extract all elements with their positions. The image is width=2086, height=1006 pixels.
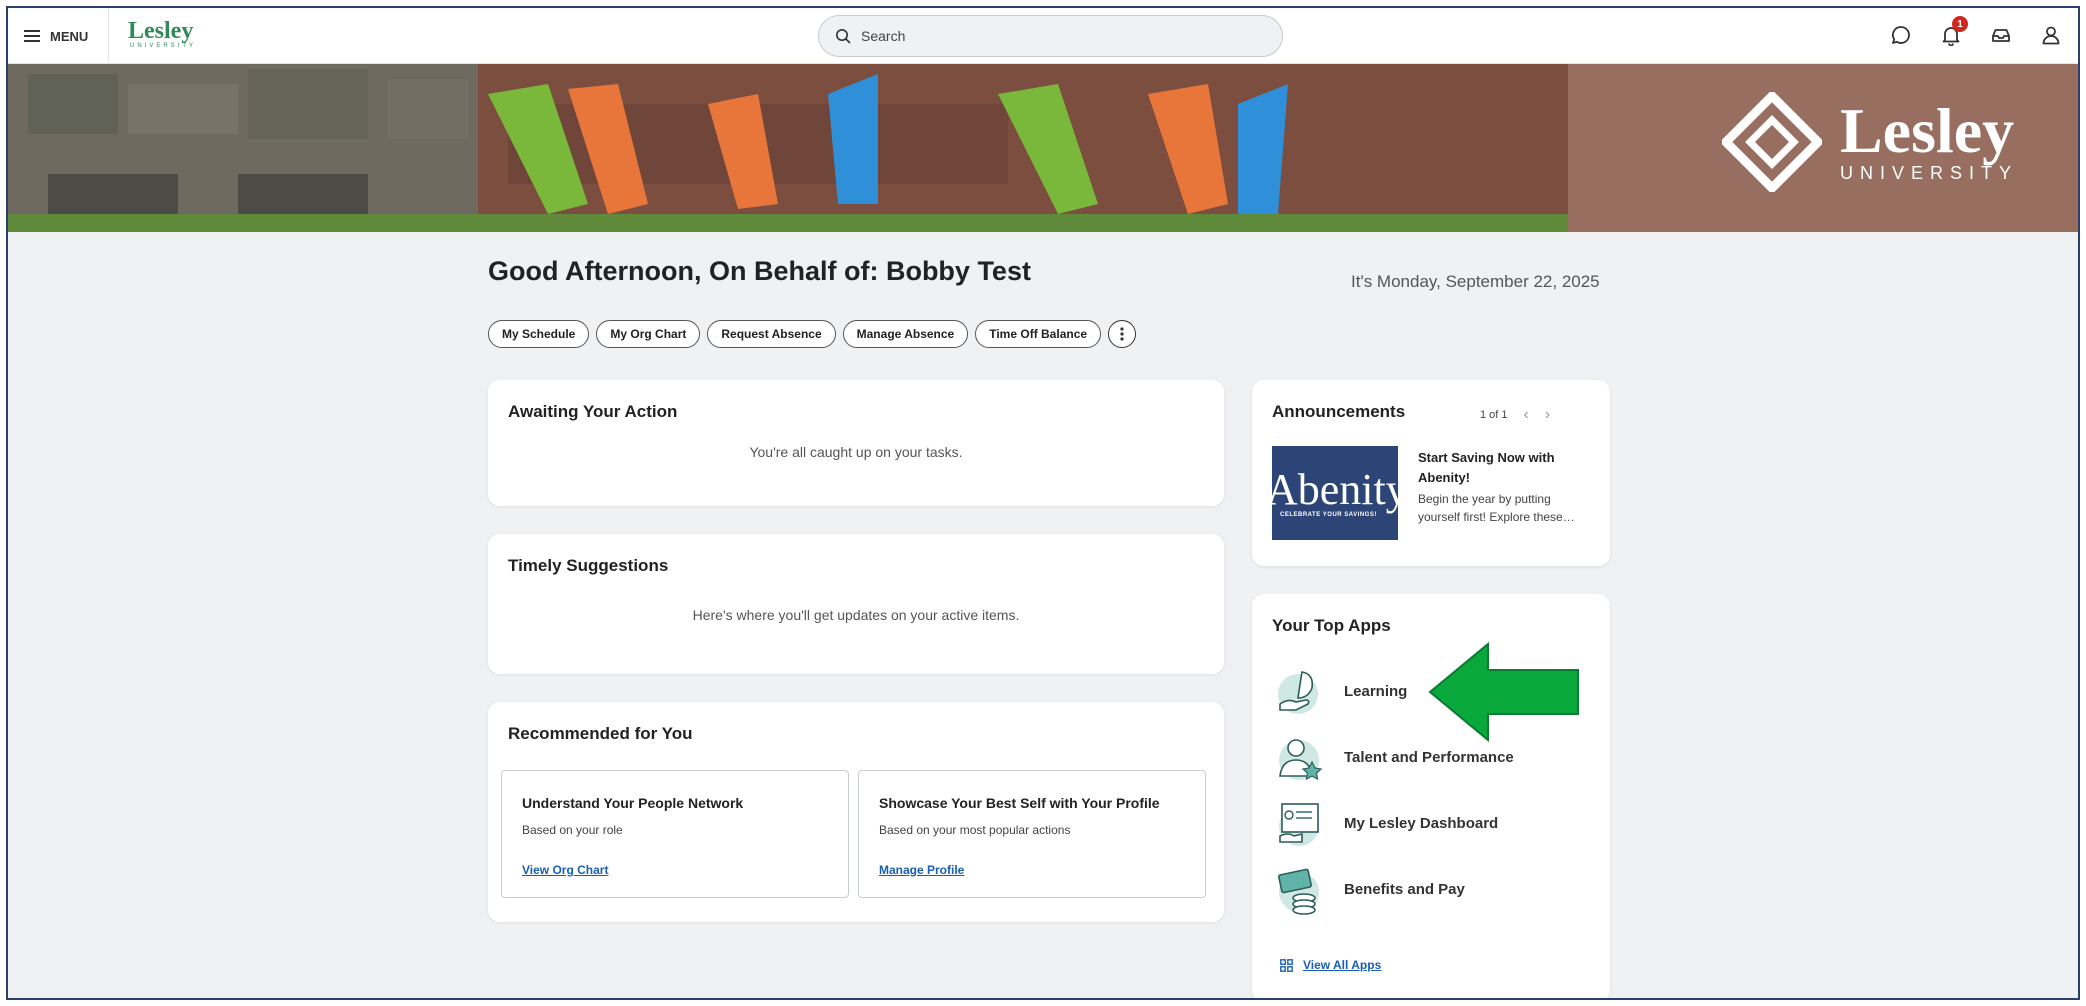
top-divider bbox=[108, 8, 109, 64]
grid-icon bbox=[1280, 958, 1293, 972]
hamburger-icon bbox=[24, 30, 40, 42]
app-my-lesley-dashboard[interactable]: My Lesley Dashboard bbox=[1272, 796, 1498, 850]
annotation-arrow-icon bbox=[1428, 642, 1579, 742]
app-label: My Lesley Dashboard bbox=[1344, 814, 1499, 832]
learning-icon bbox=[1278, 671, 1318, 714]
timely-suggestions-card: Timely Suggestions Here's where you'll g… bbox=[488, 534, 1224, 674]
profile-icon[interactable] bbox=[2040, 24, 2062, 46]
current-date: It's Monday, September 22, 2025 bbox=[1351, 272, 1600, 291]
menu-button[interactable]: MENU bbox=[24, 22, 88, 50]
app-benefits-and-pay[interactable]: Benefits and Pay bbox=[1272, 862, 1465, 916]
brand-logo[interactable]: Lesley UNIVERSITY bbox=[128, 18, 197, 50]
time-off-balance-button[interactable]: Time Off Balance bbox=[975, 320, 1102, 348]
search-bar[interactable] bbox=[818, 15, 1283, 57]
top-bar: MENU Lesley UNIVERSITY 1 bbox=[8, 8, 2078, 64]
awaiting-action-message: You're all caught up on your tasks. bbox=[749, 444, 963, 460]
awaiting-action-card: Awaiting Your Action You're all caught u… bbox=[488, 380, 1224, 506]
recommendation-subtitle: Based on your role bbox=[522, 823, 623, 837]
chat-icon[interactable] bbox=[1890, 24, 1912, 46]
recommendation-tile[interactable]: Showcase Your Best Self with Your Profil… bbox=[858, 770, 1206, 898]
app-label: Benefits and Pay bbox=[1344, 880, 1465, 898]
lesley-diamond-logo-icon bbox=[1721, 92, 1822, 192]
brand-name: Lesley bbox=[128, 18, 194, 44]
announcements-card: Announcements 1 of 1 ‹ › Abenity CELEBRA… bbox=[1252, 380, 1610, 566]
brand-sub: UNIVERSITY bbox=[130, 43, 197, 49]
page-greeting: Good Afternoon, On Behalf of: Bobby Test bbox=[488, 256, 1031, 286]
announcements-title: Announcements bbox=[1272, 402, 1406, 421]
top-icons: 1 bbox=[1890, 16, 2062, 47]
request-absence-button[interactable]: Request Absence bbox=[707, 320, 836, 348]
dashboard-icon bbox=[1279, 803, 1319, 846]
recommendation-title: Showcase Your Best Self with Your Profil… bbox=[879, 795, 1160, 811]
my-org-chart-button[interactable]: My Org Chart bbox=[596, 320, 701, 348]
quick-actions: My Schedule My Org Chart Request Absence… bbox=[488, 320, 1137, 348]
app-learning[interactable]: Learning bbox=[1272, 664, 1407, 718]
recommendation-tile[interactable]: Understand Your People Network Based on … bbox=[501, 770, 849, 898]
search-input[interactable] bbox=[861, 28, 1241, 44]
announcement-image[interactable]: Abenity CELEBRATE YOUR SAVINGS! bbox=[1272, 446, 1398, 540]
pager-count: 1 of 1 bbox=[1480, 409, 1508, 421]
timely-suggestions-message: Here's where you'll get updates on your … bbox=[692, 607, 1020, 623]
view-all-apps-link[interactable]: View All Apps bbox=[1280, 958, 1381, 972]
manage-profile-link[interactable]: Manage Profile bbox=[879, 863, 964, 877]
chevron-left-icon[interactable]: ‹ bbox=[1524, 406, 1529, 424]
chevron-right-icon[interactable]: › bbox=[1545, 406, 1550, 424]
app-label: Talent and Performance bbox=[1344, 748, 1514, 766]
vertical-ellipsis-icon bbox=[1120, 327, 1124, 341]
view-all-apps-label: View All Apps bbox=[1303, 958, 1382, 972]
top-apps-title: Your Top Apps bbox=[1272, 616, 1391, 635]
recommendation-title: Understand Your People Network bbox=[522, 795, 744, 811]
announcements-pager: 1 of 1 ‹ › bbox=[1480, 406, 1550, 424]
talent-icon bbox=[1279, 739, 1323, 781]
announcement-title[interactable]: Start Saving Now with Abenity! bbox=[1418, 448, 1588, 488]
recommendation-subtitle: Based on your most popular actions bbox=[879, 823, 1071, 837]
banner-logo-sub: UNIVERSITY bbox=[1839, 162, 2018, 183]
awaiting-action-title: Awaiting Your Action bbox=[508, 402, 678, 421]
banner-logo-word: Lesley bbox=[1839, 94, 2015, 166]
my-schedule-button[interactable]: My Schedule bbox=[488, 320, 590, 348]
app-window: MENU Lesley UNIVERSITY 1 bbox=[6, 6, 2080, 1000]
hero-banner: Lesley UNIVERSITY bbox=[8, 64, 2078, 232]
manage-absence-button[interactable]: Manage Absence bbox=[842, 320, 969, 348]
menu-label: MENU bbox=[50, 28, 89, 44]
search-icon bbox=[836, 29, 851, 44]
announcement-image-word: Abenity bbox=[1272, 465, 1398, 514]
announcement-image-caption: CELEBRATE YOUR SAVINGS! bbox=[1280, 512, 1377, 518]
recommended-card: Recommended for You Understand Your Peop… bbox=[488, 702, 1224, 922]
notification-badge: 1 bbox=[1952, 16, 1968, 32]
banner-logo: Lesley UNIVERSITY bbox=[1721, 92, 2018, 192]
app-label: Learning bbox=[1344, 682, 1408, 700]
inbox-icon[interactable] bbox=[1990, 24, 2012, 46]
announcement-body: Begin the year by putting yourself first… bbox=[1418, 492, 1575, 524]
benefits-icon bbox=[1278, 868, 1319, 915]
view-org-chart-link[interactable]: View Org Chart bbox=[522, 863, 608, 877]
timely-suggestions-title: Timely Suggestions bbox=[508, 556, 669, 575]
more-actions-button[interactable] bbox=[1108, 320, 1137, 348]
recommended-title: Recommended for You bbox=[508, 724, 693, 743]
notifications-bell-icon[interactable]: 1 bbox=[1940, 16, 1968, 47]
